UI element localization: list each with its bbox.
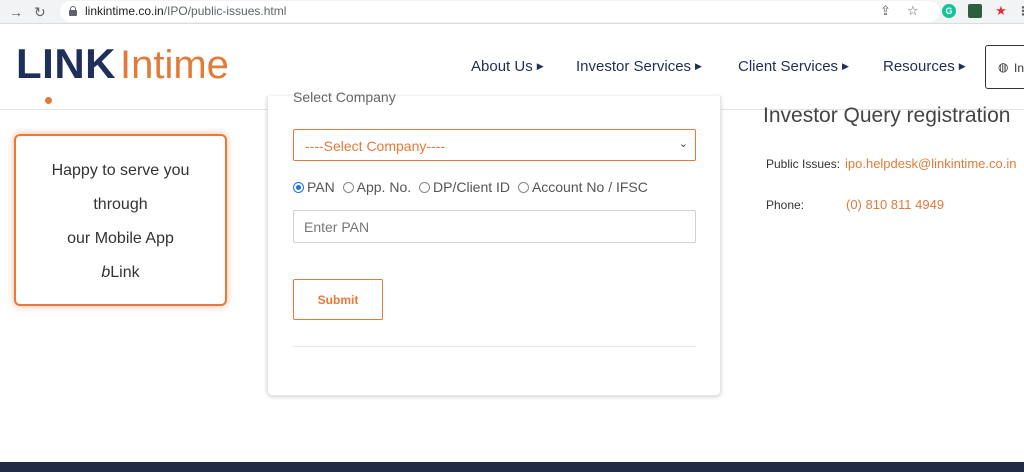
page: → ↻ linkintime.co.in/IPO/public-issues.h… [0,0,1024,472]
form-divider [293,346,696,347]
radio-pan[interactable]: PAN [293,179,335,195]
caret-right-icon: ▶ [958,61,966,71]
investor-query-title: Investor Query registration [763,104,1011,127]
link-intime-logo[interactable]: LINK Intime [16,40,229,104]
phone-number: (0) 810 811 4949 [846,197,945,212]
browser-toolbar: → ↻ linkintime.co.in/IPO/public-issues.h… [0,0,1024,24]
select-company-label: Select Company [293,89,396,105]
caret-right-icon: ▶ [842,61,849,71]
lock-icon [69,6,77,16]
footer-bar [0,462,1024,472]
radio-dp-client-id[interactable]: DP/Client ID [419,179,510,195]
radio-selected-icon [293,181,304,193]
back-arrow-icon[interactable]: → [9,3,23,21]
grammarly-extension-icon[interactable]: G [942,4,956,18]
radio-empty-icon [342,181,354,193]
caret-right-icon: ▶ [695,61,702,71]
radio-empty-icon [419,181,431,193]
extension-icon[interactable] [968,4,982,18]
pan-input[interactable] [293,210,696,243]
caret-right-icon: ▶ [536,61,544,71]
mobile-app-card[interactable]: Happy to serve you through our Mobile Ap… [14,134,227,306]
nav-resources[interactable]: Resources ▶ [883,58,966,75]
app-card-blink: bLink [101,264,140,281]
radio-app-no[interactable]: App. No. [342,179,411,195]
company-select[interactable]: ----Select Company---- ⌄ [293,129,696,161]
url-text: linkintime.co.in/IPO/public-issues.html [85,4,287,18]
globe-icon: ◍ [998,60,1009,74]
address-bar[interactable]: linkintime.co.in/IPO/public-issues.html … [60,1,940,22]
share-icon[interactable]: ⇪ [880,3,891,19]
language-selector[interactable]: ◍ In [985,45,1024,89]
chevron-down-icon: ⌄ [678,138,688,150]
nav-client-services[interactable]: Client Services ▶ [738,58,849,75]
nav-investor-services[interactable]: Investor Services ▶ [576,58,702,75]
star-extension-icon[interactable]: ★ [994,4,1008,18]
bookmark-star-icon[interactable]: ☆ [907,3,919,19]
public-issues-label: Public Issues: [766,157,841,171]
nav-about-us[interactable]: About Us ▶ [471,58,544,75]
submit-button[interactable]: Submit [293,279,383,320]
phone-label: Phone: [766,198,805,212]
app-card-line: through [93,196,148,213]
public-issues-email-link[interactable]: ipo.helpdesk@linkintime.co.in [845,156,1016,171]
reload-icon[interactable]: ↻ [34,3,46,21]
search-type-radios: PAN App. No. DP/Client ID Account No / I… [293,179,652,197]
app-card-line: Happy to serve you [51,162,190,179]
app-card-line: our Mobile App [67,230,174,247]
more-menu-icon[interactable]: ⋮ [1016,4,1024,18]
logo-dot [45,97,52,104]
radio-empty-icon [517,181,529,193]
ipo-status-form: Select Company ----Select Company---- ⌄ … [267,89,721,396]
radio-account-no-ifsc[interactable]: Account No / IFSC [517,179,648,195]
